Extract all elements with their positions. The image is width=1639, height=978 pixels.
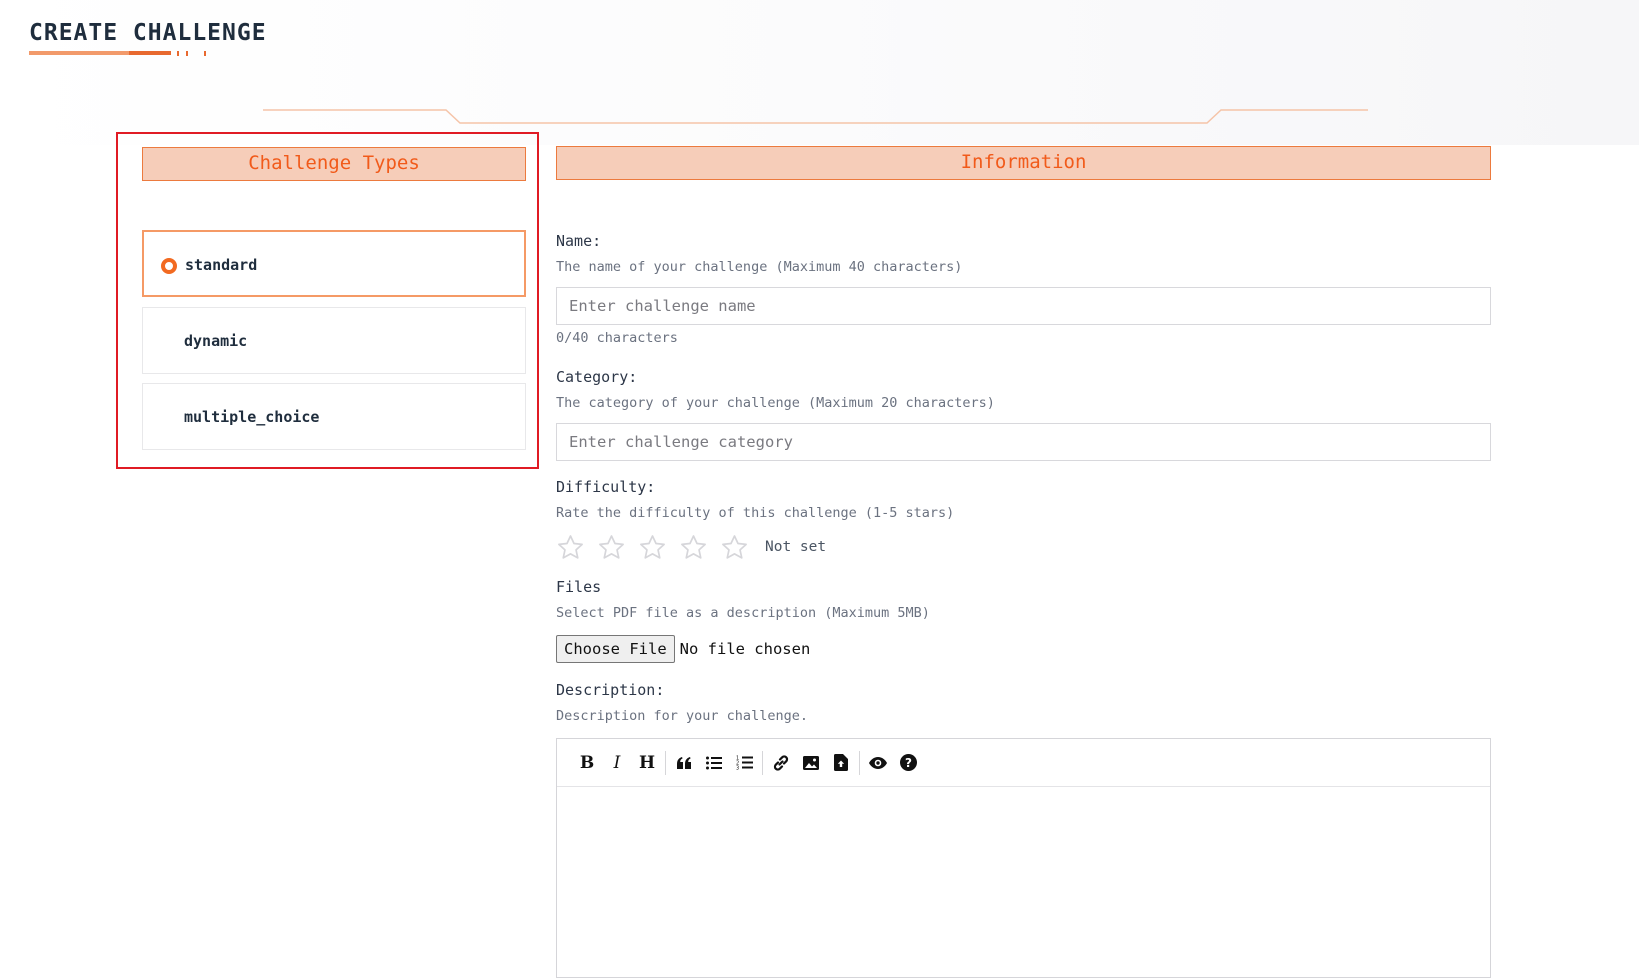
type-option-label: standard — [185, 256, 258, 274]
challenge-types-panel: Challenge Types standard dynamic multipl… — [116, 132, 539, 469]
image-icon[interactable] — [796, 748, 826, 778]
heading-button[interactable]: H — [632, 748, 662, 778]
quote-icon[interactable] — [669, 748, 699, 778]
star-icon[interactable] — [679, 533, 708, 562]
bold-button[interactable]: B — [572, 748, 602, 778]
preview-eye-icon[interactable] — [863, 748, 893, 778]
difficulty-label: Difficulty: — [556, 478, 656, 496]
star-icon[interactable] — [720, 533, 749, 562]
challenge-types-header: Challenge Types — [142, 147, 526, 181]
file-status: No file chosen — [679, 640, 811, 658]
star-icon[interactable] — [638, 533, 667, 562]
toolbar-separator — [859, 750, 860, 775]
type-option-label: dynamic — [184, 332, 248, 350]
ordered-list-icon[interactable]: 123 — [729, 748, 759, 778]
decorative-divider — [263, 109, 1368, 124]
name-hint: The name of your challenge (Maximum 40 c… — [556, 259, 963, 275]
svg-text:?: ? — [905, 756, 912, 770]
description-editor: B I H 123 ? — [556, 738, 1491, 978]
description-label: Description: — [556, 681, 665, 699]
page-title: CREATE CHALLENGE — [29, 20, 267, 46]
difficulty-rating: Not set — [556, 530, 826, 564]
toolbar-separator — [665, 750, 666, 775]
upload-file-icon[interactable] — [826, 748, 856, 778]
description-textarea[interactable] — [557, 787, 1490, 977]
italic-button[interactable]: I — [602, 748, 632, 778]
category-label: Category: — [556, 368, 638, 386]
star-icon[interactable] — [597, 533, 626, 562]
choose-file-button[interactable]: Choose File — [556, 635, 675, 663]
category-hint: The category of your challenge (Maximum … — [556, 395, 995, 411]
radio-selected-icon[interactable] — [161, 258, 177, 274]
challenge-category-input[interactable] — [556, 423, 1491, 461]
difficulty-status: Not set — [765, 539, 827, 555]
type-option-multiple-choice[interactable]: multiple_choice — [142, 383, 526, 450]
type-option-standard[interactable]: standard — [142, 230, 526, 297]
description-hint: Description for your challenge. — [556, 708, 808, 724]
svg-text:3: 3 — [736, 766, 739, 771]
type-option-label: multiple_choice — [184, 408, 320, 426]
difficulty-hint: Rate the difficulty of this challenge (1… — [556, 505, 955, 521]
files-hint: Select PDF file as a description (Maximu… — [556, 605, 930, 621]
editor-toolbar: B I H 123 ? — [557, 739, 1490, 787]
star-icon[interactable] — [556, 533, 585, 562]
file-picker: Choose File No file chosen — [556, 635, 810, 663]
name-label: Name: — [556, 232, 602, 250]
link-icon[interactable] — [766, 748, 796, 778]
help-icon[interactable]: ? — [893, 748, 923, 778]
type-option-dynamic[interactable]: dynamic — [142, 307, 526, 374]
name-character-counter: 0/40 characters — [556, 330, 678, 346]
unordered-list-icon[interactable] — [699, 748, 729, 778]
toolbar-separator — [762, 750, 763, 775]
challenge-name-input[interactable] — [556, 287, 1491, 325]
files-label: Files — [556, 578, 602, 596]
title-underline — [29, 51, 219, 57]
information-header: Information — [556, 146, 1491, 180]
